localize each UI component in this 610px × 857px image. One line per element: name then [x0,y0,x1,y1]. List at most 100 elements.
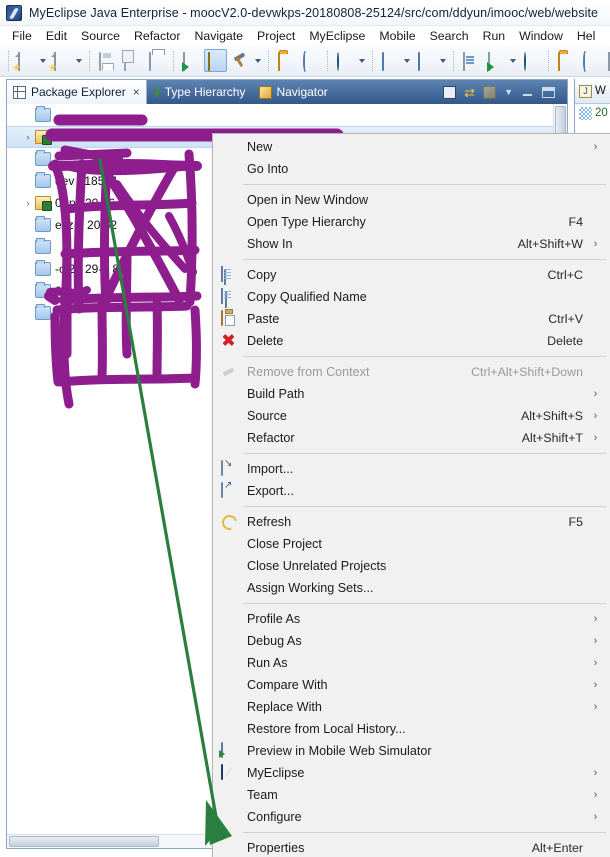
ctx-show-in[interactable]: Show In Alt+Shift+W › [213,233,610,255]
deploy-icon [208,53,224,69]
ctx-export-label: Export... [247,484,567,498]
editor-tab[interactable]: J W [575,79,610,104]
inactive-tabs-strip: Type Hierarchy Navigator ⇄ ▼ [147,80,567,104]
ctx-assign-working-sets[interactable]: Assign Working Sets... › [213,577,610,599]
ctx-preview-in-mobile-web-simulator-label: Preview in Mobile Web Simulator [247,744,567,758]
hammer-icon [233,53,249,69]
new-package-button[interactable] [414,49,437,72]
menubar-item-refactor[interactable]: Refactor [127,28,187,44]
build-button[interactable] [229,49,252,72]
new-wizard-dropdown[interactable] [38,49,47,72]
ctx-open-type-hierarchy[interactable]: Open Type Hierarchy F4 › [213,211,610,233]
menubar-item-search[interactable]: Search [423,28,476,44]
ctx-replace-with[interactable]: Replace With › [213,696,610,718]
print-button[interactable] [145,49,168,72]
ctx-source[interactable]: Source Alt+Shift+S › [213,405,610,427]
save-button[interactable] [95,49,118,72]
menubar-item-mobile[interactable]: Mobile [372,28,422,44]
tab-navigator[interactable]: Navigator [259,85,327,99]
history-button[interactable] [579,49,602,72]
tree-horizontal-scroll-thumb[interactable] [9,836,159,847]
ctx-preview-in-mobile-web-simulator[interactable]: Preview in Mobile Web Simulator › [213,740,610,762]
ctx-configure[interactable]: Configure › [213,806,610,828]
open-type-button[interactable] [459,49,482,72]
toolbar-separator [453,51,454,71]
ctx-team[interactable]: Team › [213,784,610,806]
save-all-button[interactable] [120,49,143,72]
new-class-button[interactable] [378,49,401,72]
ctx-paste[interactable]: Paste Ctrl+V › [213,308,610,330]
debug-button[interactable] [274,49,297,72]
menubar-item-myeclipse[interactable]: MyEclipse [302,28,372,44]
menubar-item-file[interactable]: File [5,28,39,44]
tab-package-explorer[interactable]: Package Explorer × [7,80,147,104]
report-button[interactable] [604,49,610,72]
ctx-import[interactable]: Import... › [213,458,610,480]
run-as-server-dropdown[interactable] [508,49,517,72]
new-class-dropdown[interactable] [402,49,411,72]
ctx-open-in-new-window[interactable]: Open in New Window › [213,189,610,211]
debug-bug-icon [278,53,294,69]
new-myeclipse-button[interactable] [50,49,73,72]
submenu-arrow-icon: › [591,410,600,422]
link-editor-icon[interactable]: ⇄ [464,86,475,99]
ctx-close-unrelated-projects[interactable]: Close Unrelated Projects › [213,555,610,577]
new-myeclipse-dropdown[interactable] [74,49,83,72]
ctx-refactor-accel: Alt+Shift+T [522,431,583,445]
profile-button[interactable] [333,49,356,72]
ctx-run-as[interactable]: Run As › [213,652,610,674]
toolbar-separator [268,51,269,71]
open-resource-button[interactable] [554,49,577,72]
close-icon[interactable]: × [133,86,140,98]
ctx-refresh[interactable]: Refresh F5 › [213,511,610,533]
menubar-item-run[interactable]: Run [476,28,513,44]
run-server-button[interactable] [179,49,202,72]
ctx-profile-as[interactable]: Profile As › [213,608,610,630]
ctx-compare-with[interactable]: Compare With › [213,674,610,696]
minimize-icon[interactable] [521,87,534,98]
menubar-item-source[interactable]: Source [74,28,127,44]
ctx-new[interactable]: New › [213,136,610,158]
ctx-close-project[interactable]: Close Project › [213,533,610,555]
ctx-configure-label: Configure [247,810,567,824]
ctx-properties[interactable]: Properties Alt+Enter › [213,837,610,857]
maximize-icon[interactable] [542,87,555,98]
menubar-item-help[interactable]: Hel [570,28,602,44]
menu-separator [243,356,606,357]
tree-row[interactable] [7,104,567,126]
ctx-myeclipse[interactable]: MyEclipse › [213,762,610,784]
ctx-go-into[interactable]: Go Into › [213,158,610,180]
ctx-copy-qualified-name[interactable]: Copy Qualified Name › [213,286,610,308]
ctx-copy[interactable]: Copy Ctrl+C › [213,264,610,286]
tree-expander[interactable]: › [21,198,35,208]
menubar-item-window[interactable]: Window [512,28,570,44]
ctx-export[interactable]: Export... › [213,480,610,502]
new-wizard-button[interactable] [14,49,37,72]
ctx-properties-label: Properties [247,841,516,855]
profile-dropdown[interactable] [357,49,366,72]
ctx-restore-from-local-history[interactable]: Restore from Local History... › [213,718,610,740]
build-dropdown[interactable] [253,49,262,72]
toolbar-separator [8,51,9,71]
ctx-debug-as[interactable]: Debug As › [213,630,610,652]
run-as-server-button[interactable] [484,49,507,72]
working-set-icon[interactable] [483,86,496,99]
tab-type-hierarchy[interactable]: Type Hierarchy [155,85,246,99]
deploy-button[interactable] [204,49,227,72]
ctx-build-path[interactable]: Build Path › [213,383,610,405]
open-type-icon [463,53,479,69]
menubar-item-navigate[interactable]: Navigate [187,28,250,44]
new-package-dropdown[interactable] [438,49,447,72]
menubar-item-edit[interactable]: Edit [39,28,74,44]
ctx-refactor[interactable]: Refactor Alt+Shift+T › [213,427,610,449]
chevron-down-icon[interactable]: ▼ [504,87,513,97]
debug-last-button[interactable] [299,49,322,72]
ctx-properties-accel: Alt+Enter [532,841,583,855]
ctx-build-path-label: Build Path [247,387,567,401]
menubar-item-project[interactable]: Project [250,28,302,44]
tree-expander[interactable]: › [21,132,35,142]
new-project-icon [54,53,70,69]
collapse-all-icon[interactable] [443,86,456,99]
ctx-delete[interactable]: Delete Delete › [213,330,610,352]
open-browser-button[interactable] [520,49,543,72]
